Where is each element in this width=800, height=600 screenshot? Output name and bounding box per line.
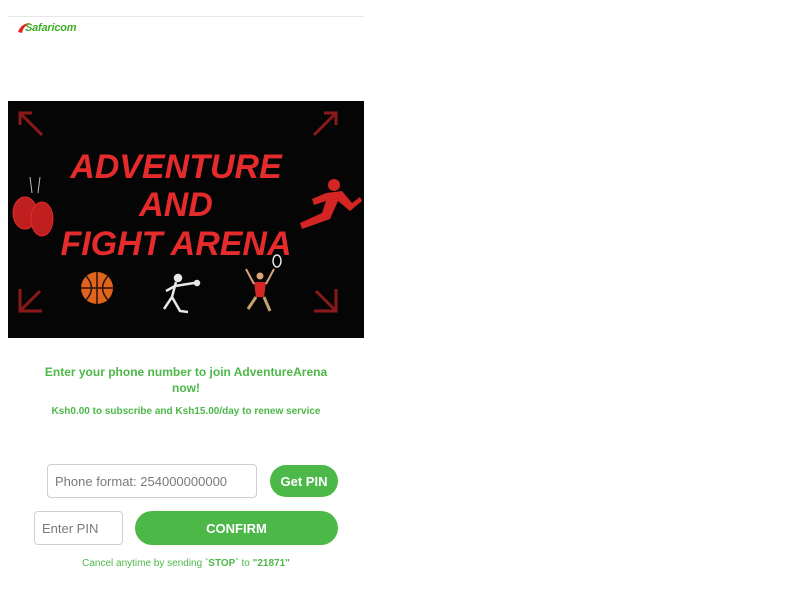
basketball-icon [81,272,113,304]
banner-title-line-3: FIGHT ARENA [60,225,291,263]
banner-title-line-1: ADVENTURE [69,148,283,186]
shortcode: "21871" [252,558,290,569]
pin-input[interactable] [34,511,123,545]
stop-keyword: `STOP` [204,558,239,569]
cancel-middle: to [238,558,253,569]
pricing-text: Ksh0.00 to subscribe and Ksh15.00/day to… [51,406,321,417]
safaricom-logo[interactable]: Safaricom [17,19,77,37]
banner-artwork: ADVENTURE AND FIGHT ARENA [8,101,364,338]
join-headline: Enter your phone number to join Adventur… [44,365,328,395]
confirm-button[interactable]: CONFIRM [135,511,338,545]
cancel-prefix: Cancel anytime by sending [82,558,205,569]
banner-title-line-2: AND [138,186,213,224]
get-pin-button[interactable]: Get PIN [270,465,338,497]
header: Safaricom [8,16,364,86]
brand-name: Safaricom [25,22,77,34]
cancel-instructions: Cancel anytime by sending `STOP` to "218… [40,558,332,570]
phone-number-input[interactable] [47,464,257,498]
promo-banner: ADVENTURE AND FIGHT ARENA [8,101,364,338]
page: Safaricom ADVENTURE AND FIGHT ARENA Ente… [0,0,800,600]
